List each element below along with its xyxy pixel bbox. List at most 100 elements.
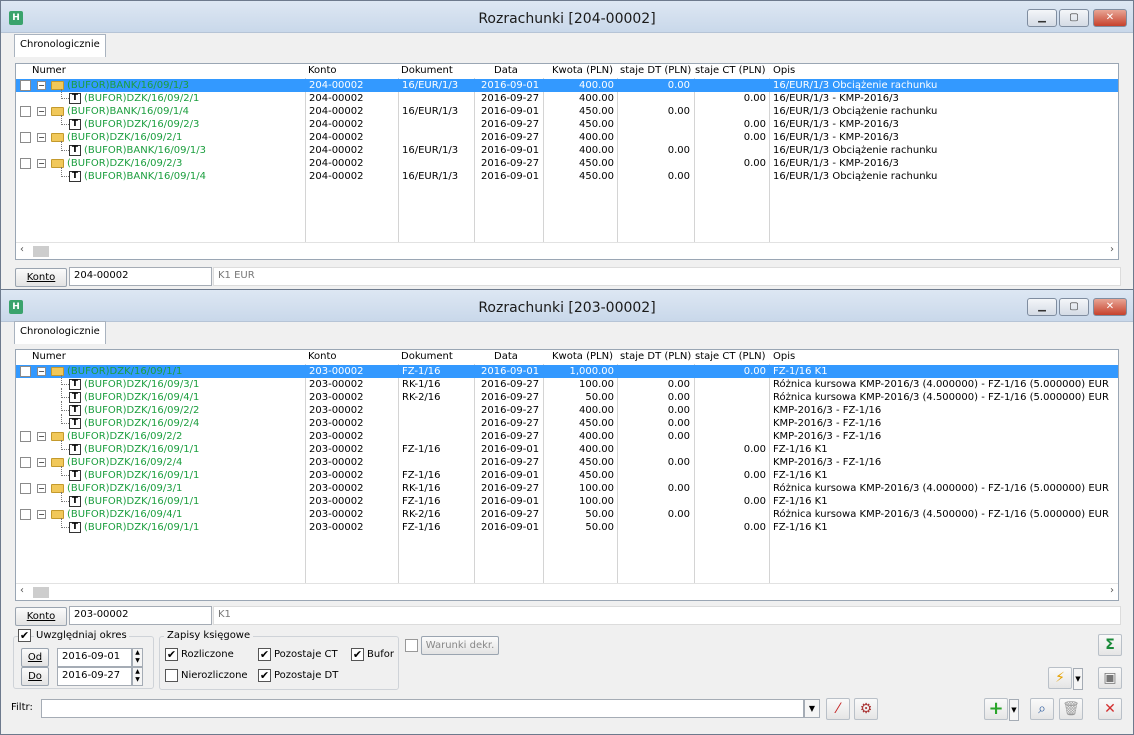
column-header[interactable]: Numer bbox=[32, 65, 66, 76]
column-header[interactable]: Konto bbox=[308, 65, 337, 76]
row-checkbox[interactable] bbox=[20, 80, 31, 91]
table-row[interactable]: T (BUFOR)BANK/16/09/1/3 204-00002 16/EUR/1/… bbox=[16, 141, 1118, 157]
table-row[interactable]: − (BUFOR)DZK/16/09/4/1 203-00002 RK-2/16 201… bbox=[16, 508, 1118, 521]
uwzgledniaj-checkbox[interactable]: ✔ bbox=[18, 629, 31, 642]
table-row[interactable]: − (BUFOR)DZK/16/09/2/1 204-00002 2016-09-27… bbox=[16, 131, 1118, 144]
column-header[interactable]: staje CT (PLN) bbox=[695, 65, 766, 76]
table-row[interactable]: − (BUFOR)DZK/16/09/2/3 204-00002 2016-09-27… bbox=[16, 157, 1118, 170]
column-header[interactable]: Konto bbox=[308, 351, 337, 362]
horizontal-scrollbar[interactable]: ‹ › bbox=[16, 583, 1118, 600]
table-row[interactable]: T (BUFOR)DZK/16/09/1/1 203-00002 FZ-1/16 201… bbox=[16, 492, 1118, 508]
close-window-button[interactable]: ✕ bbox=[1093, 9, 1127, 27]
od-date-field[interactable]: 2016-09-01 bbox=[57, 648, 132, 667]
collapse-icon[interactable]: − bbox=[37, 432, 46, 441]
column-header[interactable]: Opis bbox=[773, 351, 795, 362]
collapse-icon[interactable]: − bbox=[37, 484, 46, 493]
column-header[interactable]: Data bbox=[494, 351, 518, 362]
tab-chronologicznie[interactable]: Chronologicznie bbox=[14, 321, 106, 344]
horizontal-scrollbar[interactable]: ‹ › bbox=[16, 242, 1118, 259]
scroll-left-icon[interactable]: ‹ bbox=[20, 244, 24, 255]
column-header[interactable]: Dokument bbox=[401, 65, 453, 76]
table-row[interactable]: T (BUFOR)DZK/16/09/1/1 203-00002 FZ-1/16 201… bbox=[16, 466, 1118, 482]
row-checkbox[interactable] bbox=[20, 366, 31, 377]
print-icon[interactable]: ▣ bbox=[1098, 667, 1122, 689]
title-bar[interactable]: H Rozrachunki [203-00002] ▁ ▢ ✕ bbox=[1, 290, 1133, 322]
collapse-icon[interactable]: − bbox=[37, 510, 46, 519]
trash-icon[interactable]: 🗑 bbox=[1059, 698, 1083, 720]
filtr-dropdown-icon[interactable]: ▼ bbox=[804, 699, 820, 718]
row-checkbox[interactable] bbox=[20, 431, 31, 442]
konto-field[interactable]: 204-00002 bbox=[69, 267, 212, 286]
table-row[interactable]: − (BUFOR)BANK/16/09/1/3 204-00002 16/EUR/1/… bbox=[16, 79, 1118, 92]
maximize-button[interactable]: ▢ bbox=[1059, 9, 1089, 27]
column-header[interactable]: staje CT (PLN) bbox=[695, 351, 766, 362]
tab-chronologicznie[interactable]: Chronologicznie bbox=[14, 34, 106, 57]
od-button[interactable]: Od bbox=[21, 648, 49, 667]
pozostaje-dt-checkbox[interactable]: ✔ bbox=[258, 669, 271, 682]
table-row[interactable]: − (BUFOR)DZK/16/09/3/1 203-00002 RK-1/16 201… bbox=[16, 482, 1118, 495]
close-window-button[interactable]: ✕ bbox=[1093, 298, 1127, 316]
do-spinner[interactable]: ▲ ▼ bbox=[132, 667, 143, 686]
add-dropdown-icon[interactable]: ▼ bbox=[1009, 699, 1019, 721]
table-row[interactable]: − (BUFOR)DZK/16/09/2/2 203-00002 2016-09-27… bbox=[16, 430, 1118, 443]
row-checkbox[interactable] bbox=[20, 106, 31, 117]
clear-filter-icon[interactable]: ⁄ bbox=[826, 698, 850, 720]
scroll-left-icon[interactable]: ‹ bbox=[20, 585, 24, 596]
column-header[interactable]: Numer bbox=[32, 351, 66, 362]
column-header[interactable]: Data bbox=[494, 65, 518, 76]
table-row[interactable]: T (BUFOR)DZK/16/09/2/4 203-00002 2016-09-27… bbox=[16, 414, 1118, 430]
collapse-icon[interactable]: − bbox=[37, 133, 46, 142]
row-checkbox[interactable] bbox=[20, 457, 31, 468]
warunki-dekr-button[interactable]: Warunki dekr. bbox=[421, 636, 499, 655]
scroll-thumb[interactable] bbox=[33, 246, 49, 257]
minimize-button[interactable]: ▁ bbox=[1027, 9, 1057, 27]
od-spinner[interactable]: ▲ ▼ bbox=[132, 648, 143, 667]
table-row[interactable]: − (BUFOR)DZK/16/09/2/4 203-00002 2016-09-27… bbox=[16, 456, 1118, 469]
table-row[interactable]: T (BUFOR)BANK/16/09/1/4 204-00002 16/EUR/1/… bbox=[16, 167, 1118, 183]
column-header[interactable]: Opis bbox=[773, 65, 795, 76]
row-checkbox[interactable] bbox=[20, 509, 31, 520]
column-header[interactable]: staje DT (PLN) bbox=[620, 65, 691, 76]
table-row[interactable]: T (BUFOR)DZK/16/09/2/1 204-00002 2016-09-27… bbox=[16, 89, 1118, 105]
pozostaje-ct-checkbox[interactable]: ✔ bbox=[258, 648, 271, 661]
lightning-icon[interactable]: ⚡ bbox=[1048, 667, 1072, 689]
nierozliczone-checkbox[interactable] bbox=[165, 669, 178, 682]
table-row[interactable]: T (BUFOR)DZK/16/09/2/2 203-00002 2016-09-27… bbox=[16, 401, 1118, 417]
rozliczone-checkbox[interactable]: ✔ bbox=[165, 648, 178, 661]
do-button[interactable]: Do bbox=[21, 667, 49, 686]
row-checkbox[interactable] bbox=[20, 483, 31, 494]
scroll-right-icon[interactable]: › bbox=[1110, 585, 1114, 596]
collapse-icon[interactable]: − bbox=[37, 159, 46, 168]
lightning-dropdown-icon[interactable]: ▼ bbox=[1073, 668, 1083, 690]
table-row[interactable]: T (BUFOR)DZK/16/09/4/1 203-00002 RK-2/16 201… bbox=[16, 388, 1118, 404]
rozrachunki-grid[interactable]: Numer Konto Dokument Data Kwota (PLN) staje D… bbox=[15, 349, 1119, 601]
table-row[interactable]: − (BUFOR)BANK/16/09/1/4 204-00002 16/EUR/1/… bbox=[16, 105, 1118, 118]
konto-button[interactable]: Konto bbox=[15, 268, 67, 287]
table-row[interactable]: T (BUFOR)DZK/16/09/2/3 204-00002 2016-09-27… bbox=[16, 115, 1118, 131]
collapse-icon[interactable]: − bbox=[37, 367, 46, 376]
konto-field[interactable]: 203-00002 bbox=[69, 606, 212, 625]
column-header[interactable]: Kwota (PLN) bbox=[552, 65, 613, 76]
row-checkbox[interactable] bbox=[20, 132, 31, 143]
scroll-thumb[interactable] bbox=[33, 587, 49, 598]
do-date-field[interactable]: 2016-09-27 bbox=[57, 667, 132, 686]
warunki-checkbox[interactable] bbox=[405, 639, 418, 652]
column-header[interactable]: Kwota (PLN) bbox=[552, 351, 613, 362]
filter-builder-icon[interactable]: ⚙ bbox=[854, 698, 878, 720]
scroll-right-icon[interactable]: › bbox=[1110, 244, 1114, 255]
collapse-icon[interactable]: − bbox=[37, 458, 46, 467]
title-bar[interactable]: H Rozrachunki [204-00002] ▁ ▢ ✕ bbox=[1, 1, 1133, 33]
column-header[interactable]: Dokument bbox=[401, 351, 453, 362]
collapse-icon[interactable]: − bbox=[37, 81, 46, 90]
filtr-input[interactable] bbox=[41, 699, 804, 718]
sigma-icon[interactable]: Σ bbox=[1098, 634, 1122, 656]
column-header[interactable]: staje DT (PLN) bbox=[620, 351, 691, 362]
bufor-checkbox[interactable]: ✔ bbox=[351, 648, 364, 661]
table-row[interactable]: − (BUFOR)DZK/16/09/1/1 203-00002 FZ-1/16 201… bbox=[16, 365, 1118, 378]
konto-button[interactable]: Konto bbox=[15, 607, 67, 626]
close-x-icon[interactable]: ✕ bbox=[1098, 698, 1122, 720]
maximize-button[interactable]: ▢ bbox=[1059, 298, 1089, 316]
table-row[interactable]: T (BUFOR)DZK/16/09/1/1 203-00002 FZ-1/16 201… bbox=[16, 440, 1118, 456]
collapse-icon[interactable]: − bbox=[37, 107, 46, 116]
minimize-button[interactable]: ▁ bbox=[1027, 298, 1057, 316]
